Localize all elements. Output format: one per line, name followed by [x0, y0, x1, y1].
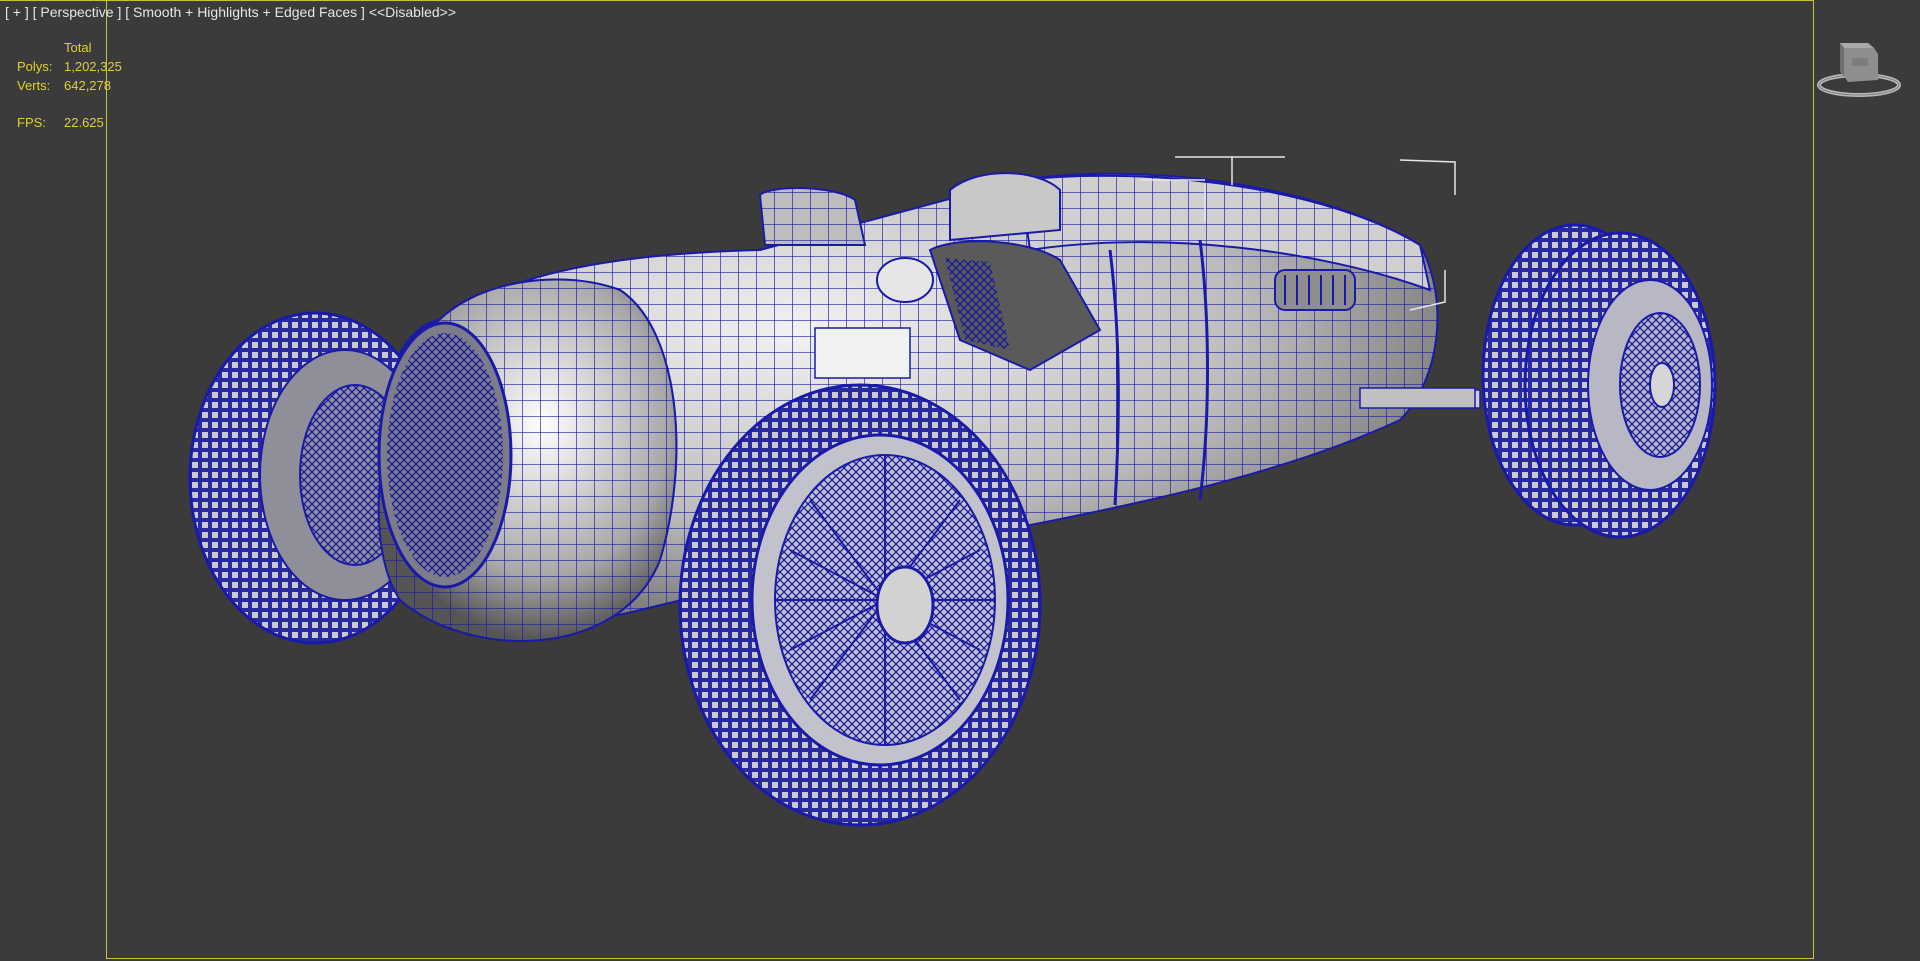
3d-scene[interactable] [0, 0, 1920, 961]
front-right-wheel [678, 383, 1042, 827]
perspective-viewport[interactable]: [ + ] [ Perspective ] [ Smooth + Highlig… [0, 0, 1920, 961]
rear-right-wheel [1481, 223, 1717, 539]
